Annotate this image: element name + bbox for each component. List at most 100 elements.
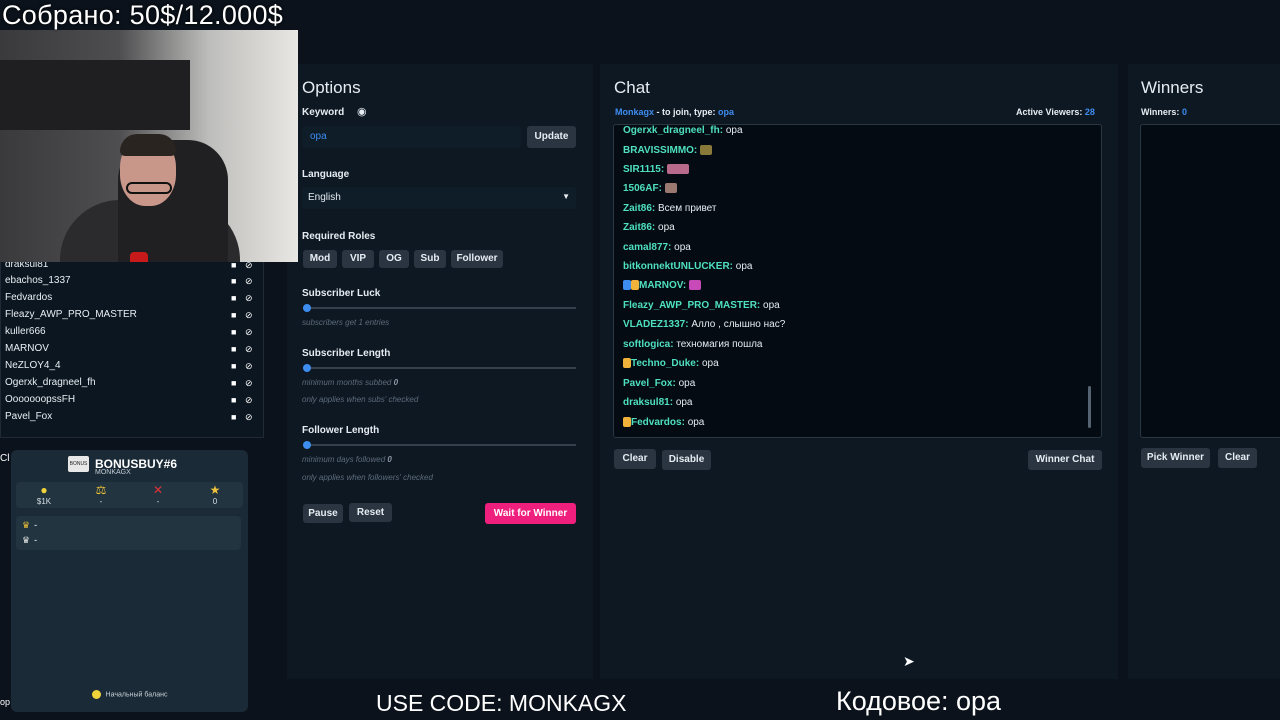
checkbox-icon[interactable]: ■ (231, 395, 236, 405)
chat-clear-button[interactable]: Clear (614, 449, 656, 469)
checkbox-icon[interactable]: ■ (231, 412, 236, 422)
player-row: ♛ - (22, 520, 38, 530)
emote-icon (700, 145, 713, 156)
crown-icon: ♛ (22, 535, 31, 545)
ban-icon[interactable]: ⊘ (245, 327, 253, 338)
list-item[interactable]: ebachos_1337 ■ ⊘ (5, 273, 257, 290)
winners-title: Winners (1141, 78, 1204, 97)
checkbox-icon[interactable]: ■ (231, 293, 236, 303)
ban-icon[interactable]: ⊘ (245, 378, 253, 389)
player-row: ♛ - (22, 535, 38, 545)
chat-message: bitkonnektUNLUCKER: opa (623, 261, 753, 272)
chat-message: BRAVISSIMMO: (623, 145, 713, 156)
chat-message: Techno_Duke: opa (623, 358, 719, 369)
subscriber-length-slider-handle[interactable] (303, 364, 311, 372)
list-item[interactable]: OoooooopssFH ■ ⊘ (5, 392, 257, 409)
ban-icon[interactable]: ⊘ (245, 361, 253, 372)
update-button[interactable]: Update (527, 126, 576, 148)
crown-badge-icon (623, 417, 631, 428)
winners-clear-button[interactable]: Clear (1218, 448, 1257, 468)
ban-icon[interactable]: ⊘ (245, 310, 253, 321)
list-item[interactable]: Fedvardos ■ ⊘ (5, 290, 257, 307)
chat-disable-button[interactable]: Disable (662, 450, 711, 470)
cut-off-label: op (0, 697, 11, 707)
ban-icon[interactable]: ⊘ (245, 344, 253, 355)
crown-badge-icon (623, 358, 631, 369)
pick-winner-button[interactable]: Pick Winner (1141, 448, 1210, 468)
checkbox-icon[interactable]: ■ (231, 344, 236, 354)
list-item[interactable]: Ogerxk_dragneel_fh ■ ⊘ (5, 375, 257, 392)
role-sub-toggle[interactable]: Sub (414, 250, 446, 268)
chat-title: Chat (614, 78, 650, 97)
subscriber-luck-hint: subscribers get 1 entries (302, 318, 390, 327)
winners-list[interactable] (1140, 124, 1280, 438)
webcam-microphone (130, 252, 148, 262)
pause-button[interactable]: Pause (303, 504, 343, 523)
checkbox-icon[interactable]: ■ (231, 276, 236, 286)
chat-message: MARNOV: (623, 280, 702, 291)
star-icon: ★ (209, 483, 221, 497)
checkbox-icon[interactable]: ■ (231, 310, 236, 320)
cross-icon: ✕ (152, 483, 164, 497)
chat-message: softlogica: техномагия пошла (623, 339, 763, 350)
chat-message: Ogerxk_dragneel_fh: opa (623, 125, 743, 136)
options-title: Options (302, 78, 361, 97)
stat-cross: ✕ - (130, 482, 186, 506)
language-label: Language (302, 169, 350, 180)
role-og-toggle[interactable]: OG (379, 250, 409, 268)
stat-scales: ⚖ - (73, 482, 129, 506)
subscriber-luck-slider-handle[interactable] (303, 304, 311, 312)
chat-log[interactable]: Ogerxk_dragneel_fh: opa BRAVISSIMMO: SIR… (613, 124, 1102, 438)
scales-icon: ⚖ (95, 483, 107, 497)
active-viewers: Active Viewers: 28 (1016, 107, 1095, 117)
bonus-players-list: ♛ - ♛ - (16, 516, 241, 550)
chat-join-instructions: Monkagx - to join, type: opa (615, 107, 735, 117)
subscriber-length-note: only applies when subs' checked (302, 395, 419, 404)
list-item[interactable]: Fleazy_AWP_PRO_MASTER ■ ⊘ (5, 307, 257, 324)
ban-icon[interactable]: ⊘ (245, 412, 253, 423)
webcam-streamer-hair (120, 134, 176, 156)
gift-box-icon: BONUS (68, 456, 89, 472)
list-item[interactable]: NeZLOY4_4 ■ ⊘ (5, 358, 257, 375)
language-select[interactable]: English ▼ (302, 187, 576, 209)
keyword-input[interactable]: opa (302, 126, 521, 148)
chat-scrollbar[interactable] (1088, 386, 1091, 428)
list-item[interactable]: Pavel_Fox ■ ⊘ (5, 409, 257, 426)
webcam-background-shelf (0, 60, 190, 130)
subscriber-luck-slider-track[interactable] (303, 307, 576, 309)
cut-off-label: Cl (0, 453, 10, 464)
follower-length-label: Follower Length (302, 425, 380, 436)
list-item[interactable]: MARNOV ■ ⊘ (5, 341, 257, 358)
subscriber-luck-label: Subscriber Luck (302, 288, 381, 299)
options-panel (287, 64, 593, 679)
coin-icon (91, 690, 101, 699)
wait-for-winner-button[interactable]: Wait for Winner (485, 503, 576, 524)
checkbox-icon[interactable]: ■ (231, 361, 236, 371)
list-item[interactable]: kuller666 ■ ⊘ (5, 324, 257, 341)
ban-icon[interactable]: ⊘ (245, 395, 253, 406)
subscriber-length-label: Subscriber Length (302, 348, 391, 359)
eye-icon[interactable]: ◉ (357, 105, 367, 118)
ban-icon[interactable]: ⊘ (245, 276, 253, 287)
chat-message: SIR1115: (623, 164, 689, 175)
coin-icon: ● (40, 483, 48, 497)
follower-length-slider-handle[interactable] (303, 441, 311, 449)
reset-button[interactable]: Reset (349, 503, 392, 522)
role-follower-toggle[interactable]: Follower (451, 250, 503, 268)
emote-icon (666, 164, 689, 175)
role-vip-toggle[interactable]: VIP (342, 250, 374, 268)
bonus-footer: Начальный баланс (11, 690, 248, 699)
ban-icon[interactable]: ⊘ (245, 293, 253, 304)
participants-list: draksul81 ■ ⊘ ebachos_1337 ■ ⊘ Fedvardos ■ ⊘ F… (0, 255, 264, 438)
checkbox-icon[interactable]: ■ (231, 327, 236, 337)
follower-length-slider-track[interactable] (303, 444, 576, 446)
subscriber-length-slider-track[interactable] (303, 367, 576, 369)
checkbox-icon[interactable]: ■ (231, 378, 236, 388)
use-code-text: USE CODE: MONKAGX (376, 690, 627, 716)
bonus-subtitle: MONKAGX (95, 469, 131, 476)
winner-chat-button[interactable]: Winner Chat (1028, 450, 1102, 470)
emote-icon (664, 183, 677, 194)
keyword-label: Keyword (302, 107, 345, 118)
role-mod-toggle[interactable]: Mod (303, 250, 337, 268)
bonus-buy-widget: BONUS BONUSBUY#6 MONKAGX ● $1K ⚖ - ✕ - ★ 0 ♛… (11, 450, 248, 712)
